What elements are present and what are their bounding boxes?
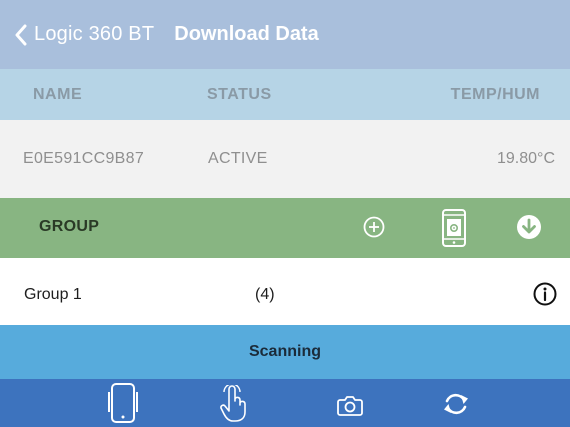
refresh-icon[interactable] (441, 390, 471, 418)
group-name: Group 1 (24, 286, 82, 303)
column-header-temp-hum: TEMP/HUM (450, 85, 540, 103)
device-status: ACTIVE (208, 150, 268, 167)
tab-bar (0, 379, 570, 427)
page-title: Download Data (174, 23, 319, 45)
download-circle-icon[interactable] (516, 214, 542, 240)
navigation-bar: Logic 360 BT Download Data (0, 0, 570, 69)
back-button[interactable]: Logic 360 BT (0, 23, 154, 46)
scanning-status-bar: Scanning (0, 325, 570, 379)
chevron-left-icon (15, 24, 27, 45)
group-header-label: GROUP (39, 218, 100, 235)
device-row[interactable]: E0E591CC9B87 ACTIVE 19.80°C (0, 120, 570, 198)
column-header-status: STATUS (207, 85, 272, 103)
device-icon[interactable] (108, 382, 138, 425)
scanning-status-label: Scanning (248, 343, 321, 360)
group-device-count: (4) (255, 286, 275, 303)
touch-icon[interactable] (219, 385, 247, 423)
info-icon[interactable] (533, 282, 557, 306)
camera-icon[interactable] (337, 394, 363, 416)
group-header-bar: GROUP (0, 198, 570, 258)
phone-download-icon[interactable] (441, 208, 467, 248)
group-row[interactable]: Group 1 (4) (0, 258, 570, 325)
add-circle-icon[interactable] (363, 216, 385, 238)
column-header-name: NAME (33, 85, 83, 103)
column-header: NAME STATUS TEMP/HUM (0, 69, 570, 120)
back-button-label: Logic 360 BT (34, 23, 155, 45)
device-temperature: 19.80°C (497, 150, 555, 167)
device-name: E0E591CC9B87 (23, 150, 145, 167)
